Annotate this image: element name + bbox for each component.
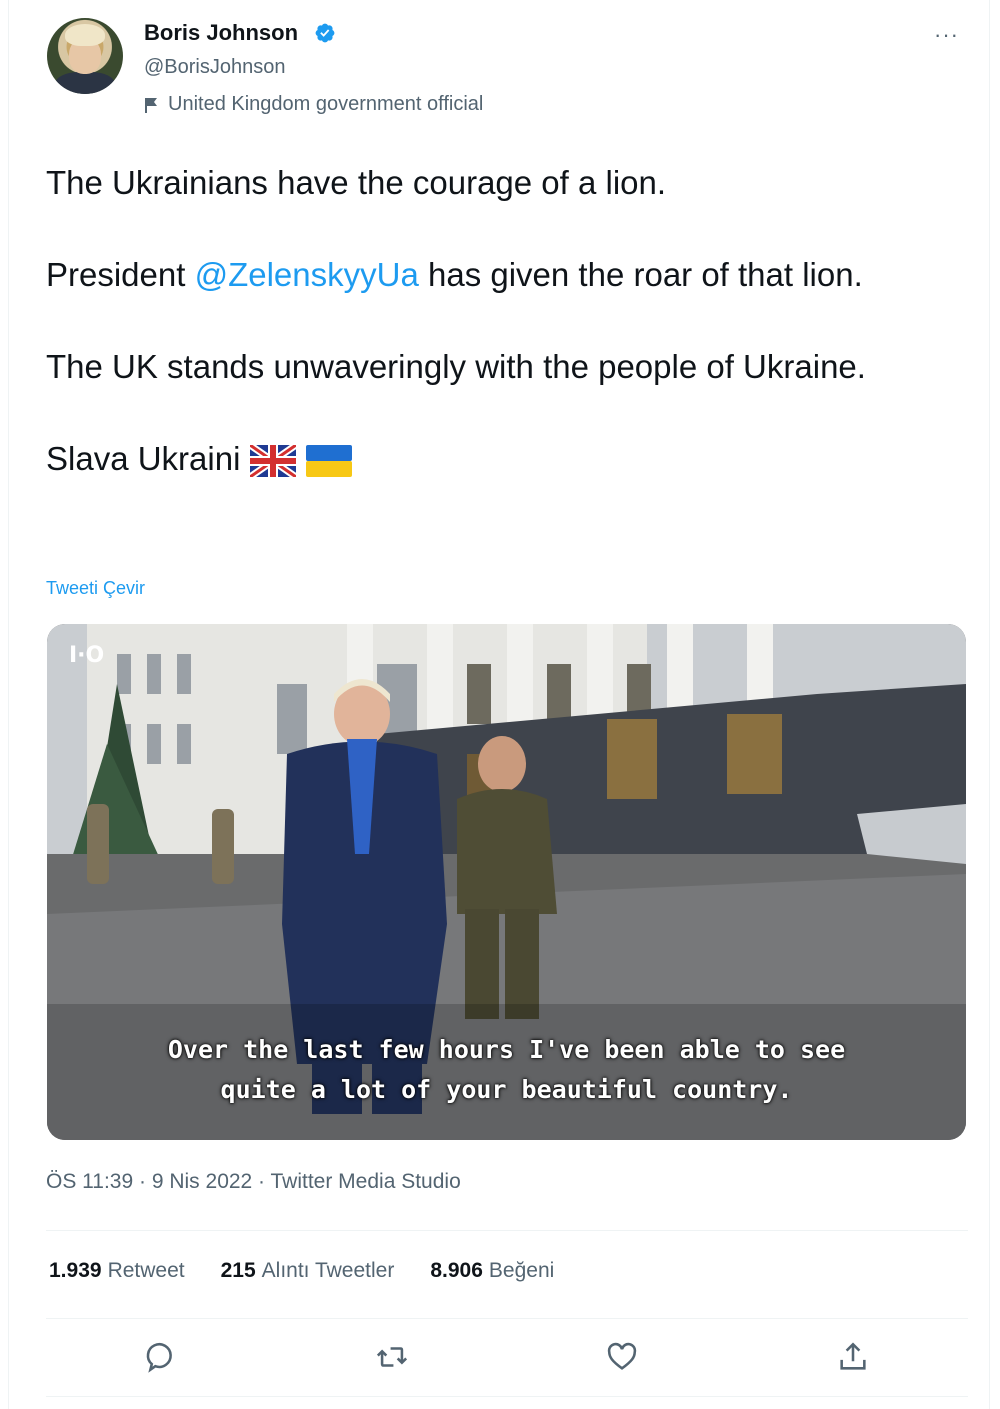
tweet-text: The Ukrainians have the courage of a lio… — [46, 160, 926, 482]
quotes-stat[interactable]: 215 Alıntı Tweetler — [221, 1259, 395, 1283]
tweet-card: Boris Johnson @BorisJohnson United Kingd… — [8, 0, 990, 1409]
retweets-stat[interactable]: 1.939 Retweet — [49, 1259, 185, 1283]
tweet-line-3: The UK stands unwaveringly with the peop… — [46, 348, 866, 385]
video-caption-line-2: quite a lot of your beautiful country. — [220, 1075, 793, 1104]
translate-tweet-link[interactable]: Tweeti Çevir — [46, 578, 145, 599]
divider — [46, 1396, 968, 1397]
video-caption: Over the last few hours I've been able t… — [47, 1030, 966, 1110]
uk-flag-emoji — [250, 445, 297, 478]
government-label-text: United Kingdom government official — [168, 93, 484, 115]
tweet-line-2: President @ZelenskyyUa has given the roa… — [46, 256, 863, 293]
likes-stat[interactable]: 8.906 Beğeni — [430, 1259, 554, 1283]
author-name[interactable]: Boris Johnson — [144, 20, 298, 46]
tweet-stats: 1.939 Retweet 215 Alıntı Tweetler 8.906 Beğ… — [49, 1259, 554, 1283]
more-options-icon[interactable]: ··· — [934, 22, 959, 48]
like-icon[interactable] — [602, 1337, 642, 1377]
tweet-timestamp[interactable]: ÖS 11:39 · 9 Nis 2022 · Twitter Media St… — [46, 1170, 461, 1194]
government-flag-icon — [145, 97, 157, 113]
mention-link[interactable]: @ZelenskyyUa — [195, 256, 419, 293]
ukraine-flag-emoji — [306, 445, 353, 478]
tweet-line-4: Slava Ukraini — [46, 436, 926, 482]
tweet-actions — [46, 1332, 968, 1382]
verified-badge-icon — [315, 23, 335, 43]
reply-icon[interactable] — [141, 1337, 181, 1377]
divider — [46, 1318, 968, 1319]
author-handle[interactable]: @BorisJohnson — [144, 56, 285, 79]
retweet-icon[interactable] — [372, 1337, 412, 1377]
government-label[interactable]: United Kingdom government official — [144, 93, 483, 116]
video-caption-line-1: Over the last few hours I've been able t… — [167, 1035, 846, 1064]
divider — [46, 1230, 968, 1231]
tweet-line-1: The Ukrainians have the courage of a lio… — [46, 164, 667, 201]
share-icon[interactable] — [833, 1337, 873, 1377]
svg-text:I·O: I·O — [69, 643, 104, 668]
video-player[interactable]: I·O Over the last few hours I've been ab… — [47, 624, 966, 1140]
avatar[interactable] — [47, 18, 123, 94]
